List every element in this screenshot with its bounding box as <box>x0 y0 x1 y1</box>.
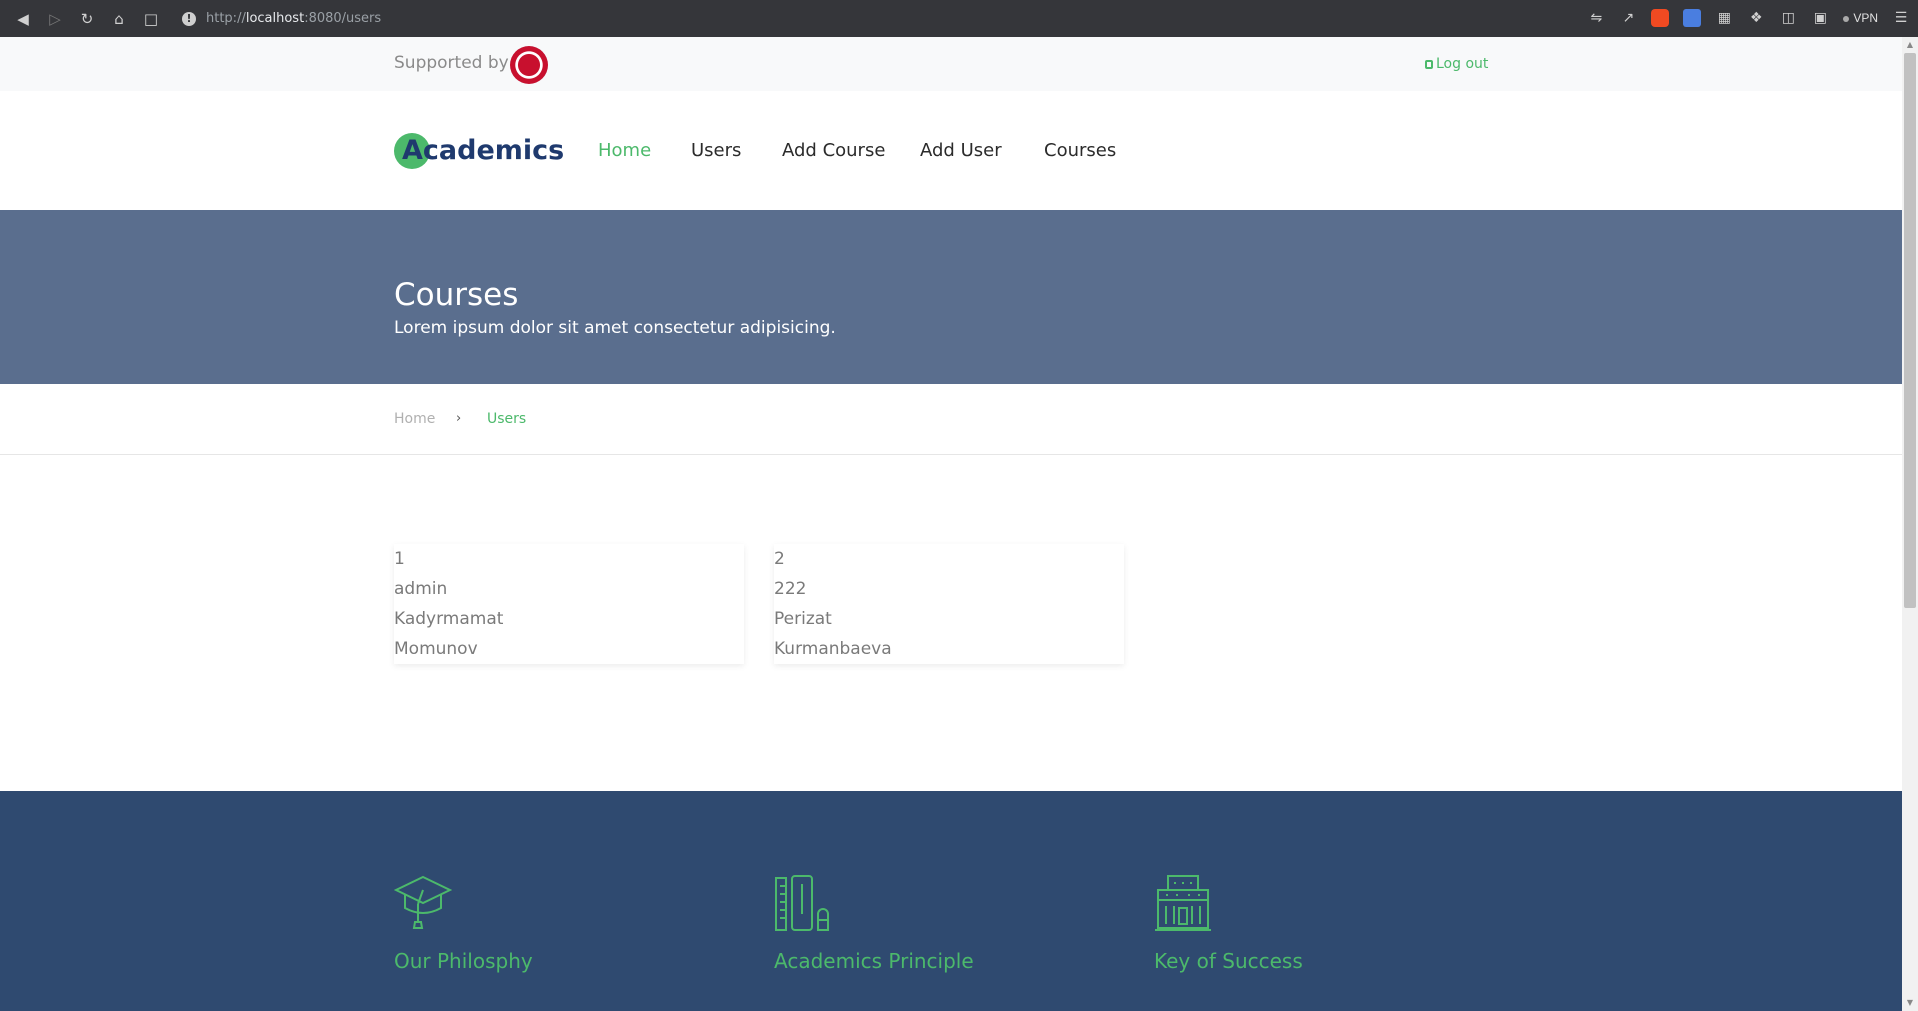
browser-toolbar: ◀ ▷ ↻ ⌂ □ ! http://localhost:8080/users … <box>0 0 1918 37</box>
menu-icon[interactable]: ☰ <box>1892 9 1910 27</box>
url-text[interactable]: http://localhost:8080/users <box>206 11 381 26</box>
feature-title-principle: Academics Principle <box>774 949 974 973</box>
ruler-pencil-icon <box>775 875 829 931</box>
vpn-status-icon <box>1843 15 1850 22</box>
brave-shields-icon[interactable] <box>1651 9 1670 27</box>
user-username: admin <box>394 579 448 599</box>
nav-item-add-user[interactable]: Add User <box>920 140 1002 161</box>
forward-icon[interactable]: ▷ <box>46 10 64 28</box>
university-seal-logo <box>510 46 548 84</box>
translate-icon[interactable]: ⇋ <box>1587 9 1605 27</box>
nav-item-home[interactable]: Home <box>598 140 651 161</box>
page-title: Courses <box>394 277 519 313</box>
nav-item-courses[interactable]: Courses <box>1044 140 1116 161</box>
user-id: 2 <box>774 549 785 569</box>
user-card[interactable]: 1 admin Kadyrmamat Momunov <box>394 544 744 664</box>
logout-link[interactable]: Log out <box>1425 56 1488 72</box>
school-building-icon <box>1155 875 1211 931</box>
page-hero <box>0 210 1902 384</box>
bookmark-icon[interactable]: □ <box>142 10 160 28</box>
nav-item-add-course[interactable]: Add Course <box>782 140 885 161</box>
breadcrumb-current: Users <box>487 411 527 427</box>
vpn-button[interactable]: VPN <box>1843 11 1878 25</box>
address-bar[interactable]: ! http://localhost:8080/users <box>170 5 1530 32</box>
lock-icon <box>1425 60 1433 69</box>
top-strip <box>0 37 1902 91</box>
feature-title-philosophy: Our Philosphy <box>394 949 533 973</box>
back-icon[interactable]: ◀ <box>14 10 32 28</box>
user-card[interactable]: 2 222 Perizat Kurmanbaeva <box>774 544 1124 664</box>
site-logo[interactable]: Academics <box>402 135 564 166</box>
home-icon[interactable]: ⌂ <box>110 10 128 28</box>
reload-icon[interactable]: ↻ <box>78 10 96 28</box>
user-id: 1 <box>394 549 405 569</box>
scroll-up-icon[interactable]: ▲ <box>1902 37 1918 53</box>
user-last-name: Momunov <box>394 639 478 659</box>
sidebar-icon[interactable]: ◫ <box>1779 9 1797 27</box>
extension-icon[interactable]: ▦ <box>1715 9 1733 27</box>
scrollbar-thumb[interactable] <box>1904 53 1916 608</box>
breadcrumb-separator-icon: › <box>456 411 462 426</box>
share-icon[interactable]: ↗ <box>1619 9 1637 27</box>
puzzle-icon[interactable]: ❖ <box>1747 9 1765 27</box>
scroll-down-icon[interactable]: ▼ <box>1902 995 1918 1011</box>
user-first-name: Perizat <box>774 609 832 629</box>
wallet-icon[interactable]: ▣ <box>1811 9 1829 27</box>
site-info-icon[interactable]: ! <box>182 11 196 26</box>
user-first-name: Kadyrmamat <box>394 609 504 629</box>
breadcrumb-divider <box>0 454 1902 455</box>
page: Supported by Log out Academics Home User… <box>0 37 1902 1011</box>
footer-features <box>0 791 1902 1011</box>
user-username: 222 <box>774 579 807 599</box>
google-translate-extension-icon[interactable] <box>1683 9 1702 27</box>
page-subtitle: Lorem ipsum dolor sit amet consectetur a… <box>394 318 836 338</box>
supported-by-label: Supported by <box>394 53 509 73</box>
feature-title-success: Key of Success <box>1154 949 1303 973</box>
user-last-name: Kurmanbaeva <box>774 639 892 659</box>
graduation-cap-icon <box>394 875 452 929</box>
nav-item-users[interactable]: Users <box>691 140 741 161</box>
breadcrumb-home[interactable]: Home <box>394 411 435 427</box>
